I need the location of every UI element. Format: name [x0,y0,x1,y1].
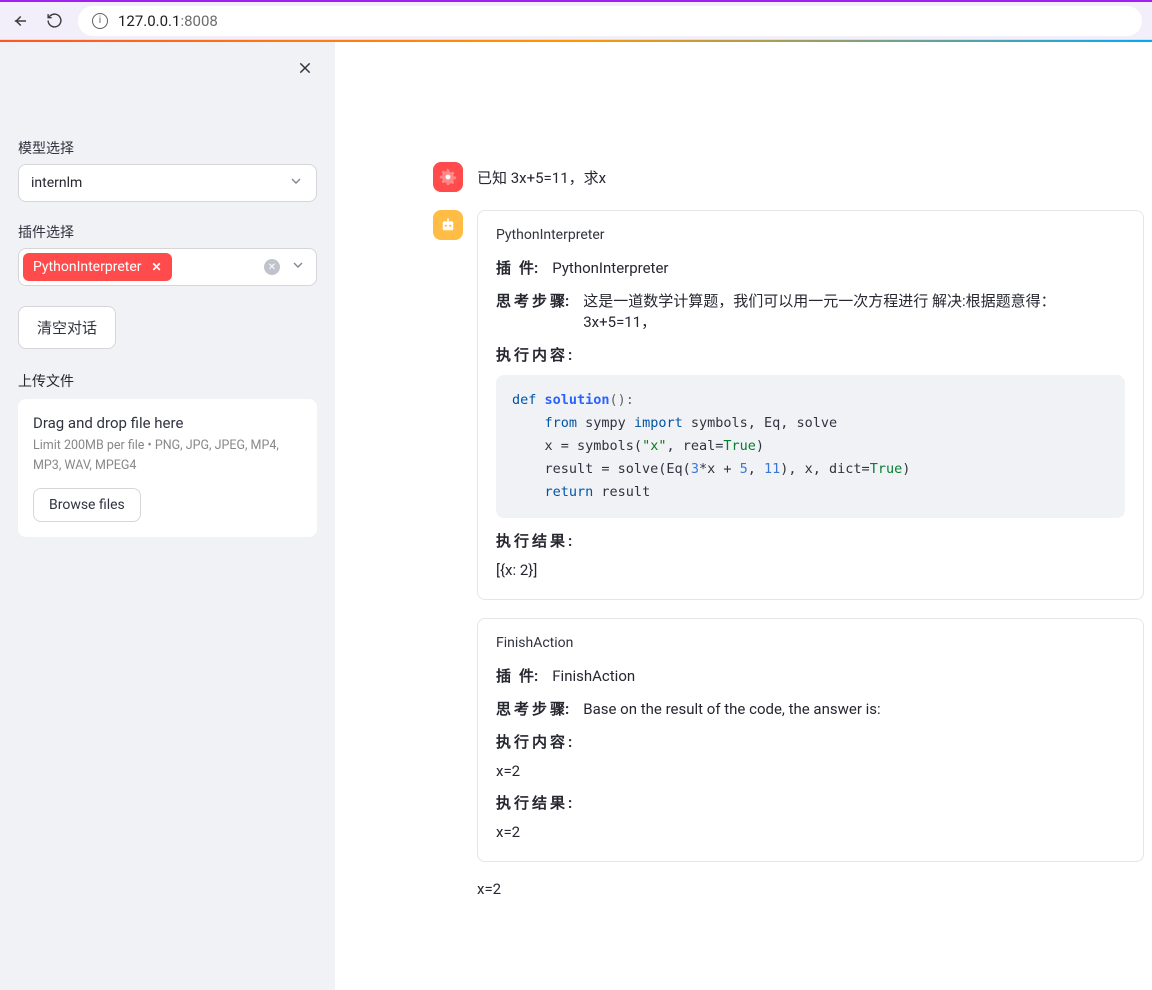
url-text: 127.0.0.1:8008 [118,12,218,30]
bot-avatar-icon [433,210,463,240]
code-block: def solution(): from sympy import symbol… [496,375,1125,518]
upload-limit-text: Limit 200MB per file • PNG, JPG, JPEG, M… [33,436,302,476]
upload-label: 上传文件 [18,371,317,391]
plugin-select[interactable]: PythonInterpreter ✕ ✕ [18,248,317,286]
address-bar[interactable]: i 127.0.0.1:8008 [78,6,1142,36]
clear-all-icon[interactable]: ✕ [264,259,280,275]
exec-content-value: x=2 [496,762,1125,780]
thought-field-label: 思考步骤 [496,700,568,718]
back-button[interactable] [10,11,30,31]
site-info-icon[interactable]: i [92,13,108,29]
exec-result-label: 执行结果: [496,792,1125,813]
close-sidebar-icon[interactable] [291,54,319,87]
thought-field-label: 思考步骤 [496,292,568,310]
reload-button[interactable] [44,11,64,31]
chat-main: 已知 3x+5=11，求x PythonInterpreter 插件: Pyth… [335,42,1152,990]
action-card: FinishAction 插件: FinishAction 思考步骤: Base… [477,618,1144,862]
card-title: FinishAction [496,635,1125,651]
action-card: PythonInterpreter 插件: PythonInterpreter … [477,210,1144,600]
exec-result-value: x=2 [496,823,1125,841]
user-message: 已知 3x+5=11，求x [433,162,1144,192]
assistant-message: PythonInterpreter 插件: PythonInterpreter … [433,210,1144,898]
model-select-label: 模型选择 [18,138,317,158]
final-answer: x=2 [477,880,1144,898]
browse-files-button[interactable]: Browse files [33,488,141,522]
chevron-down-icon [290,257,306,277]
upload-drop-title: Drag and drop file here [33,414,302,432]
exec-result-label: 执行结果: [496,530,1125,551]
plugin-field-value: FinishAction [552,667,635,685]
model-select-value: internlm [31,175,82,191]
sidebar: 模型选择 internlm 插件选择 PythonInterpreter ✕ ✕… [0,42,335,990]
exec-result-value: [{x: 2}] [496,561,1125,579]
user-prompt-text: 已知 3x+5=11，求x [477,162,606,192]
exec-content-label: 执行内容: [496,344,1125,365]
thought-field-value: Base on the result of the code, the answ… [583,700,880,718]
clear-chat-button[interactable]: 清空对话 [18,306,116,349]
file-upload-dropzone[interactable]: Drag and drop file here Limit 200MB per … [18,399,317,537]
plugin-select-label: 插件选择 [18,222,317,242]
plugin-tag: PythonInterpreter ✕ [23,253,172,281]
thought-field-value: 这是一道数学计算题，我们可以用一元一次方程进行 解决:根据题意得：3x+5=11… [583,290,1125,332]
remove-tag-icon[interactable]: ✕ [152,261,162,273]
chevron-down-icon [288,173,304,193]
plugin-field-value: PythonInterpreter [552,259,668,277]
user-avatar-icon [433,162,463,192]
plugin-tag-label: PythonInterpreter [33,259,142,275]
card-title: PythonInterpreter [496,227,1125,243]
exec-content-label: 执行内容: [496,731,1125,752]
model-select[interactable]: internlm [18,164,317,202]
browser-toolbar: i 127.0.0.1:8008 [0,0,1152,40]
